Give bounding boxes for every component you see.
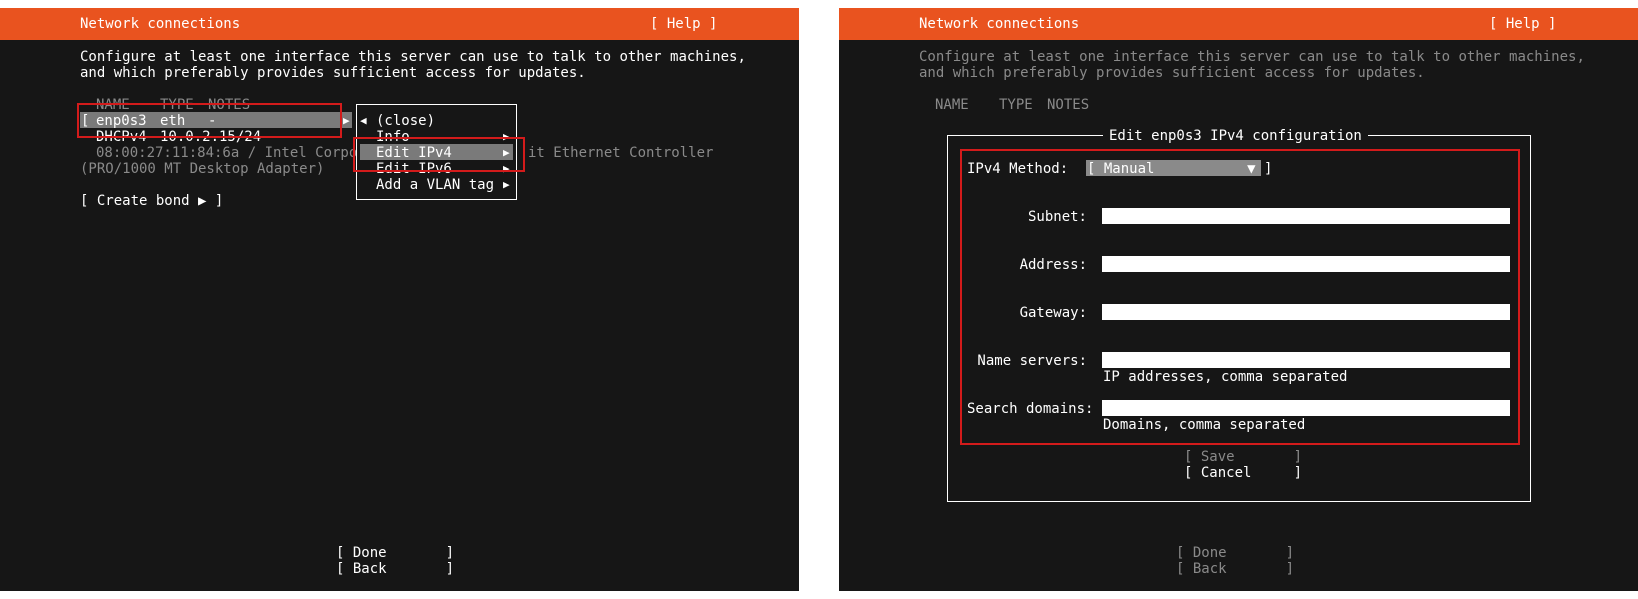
right-column-header-name: NAME: [935, 97, 969, 113]
left-help-button[interactable]: [ Help ]: [650, 16, 717, 32]
hardware-info-line-1a: 08:00:27:11:84:6a / Intel Corpor: [96, 145, 366, 161]
left-header-title: Network connections: [80, 16, 241, 32]
hardware-info-line-2: (PRO/1000 MT Desktop Adapter): [80, 161, 325, 177]
interface-row-arrow-icon: ▶: [343, 114, 350, 127]
right-back-button[interactable]: [ Back ]: [1176, 561, 1294, 577]
left-back-button[interactable]: [ Back ]: [336, 561, 454, 577]
annotation-box-edit-ipv4: [353, 137, 525, 172]
create-bond-button[interactable]: [ Create bond ▶ ]: [80, 193, 223, 209]
menu-vlan-arrow-icon: ▶: [503, 178, 510, 191]
right-column-header-notes: NOTES: [1047, 97, 1090, 113]
annotation-box-form: [960, 149, 1520, 445]
hardware-info-line-1b: it Ethernet Controller: [528, 145, 714, 161]
right-done-button[interactable]: [ Done ]: [1176, 545, 1294, 561]
left-terminal: Network connections [ Help ] Configure a…: [0, 0, 799, 599]
left-intro-line-2: and which preferably provides sufficient…: [80, 65, 586, 81]
menu-item-close[interactable]: (close): [376, 113, 435, 129]
save-button[interactable]: [ Save ]: [1184, 449, 1302, 465]
annotation-box-interface: [77, 103, 342, 138]
left-intro-line-1: Configure at least one interface this se…: [80, 49, 746, 65]
cancel-button[interactable]: [ Cancel ]: [1184, 465, 1302, 481]
right-intro-line-2: and which preferably provides sufficient…: [919, 65, 1425, 81]
right-help-button[interactable]: [ Help ]: [1489, 16, 1556, 32]
left-done-button[interactable]: [ Done ]: [336, 545, 454, 561]
right-header-title: Network connections: [919, 16, 1080, 32]
menu-item-add-vlan-tag[interactable]: Add a VLAN tag: [376, 177, 494, 193]
menu-close-arrow-icon: ◀: [360, 114, 367, 127]
dialog-title: Edit enp0s3 IPv4 configuration: [1103, 128, 1368, 144]
right-intro-line-1: Configure at least one interface this se…: [919, 49, 1585, 65]
right-terminal: Network connections [ Help ] Configure a…: [839, 0, 1638, 599]
right-column-header-type: TYPE: [999, 97, 1033, 113]
left-screen: [0, 8, 799, 591]
